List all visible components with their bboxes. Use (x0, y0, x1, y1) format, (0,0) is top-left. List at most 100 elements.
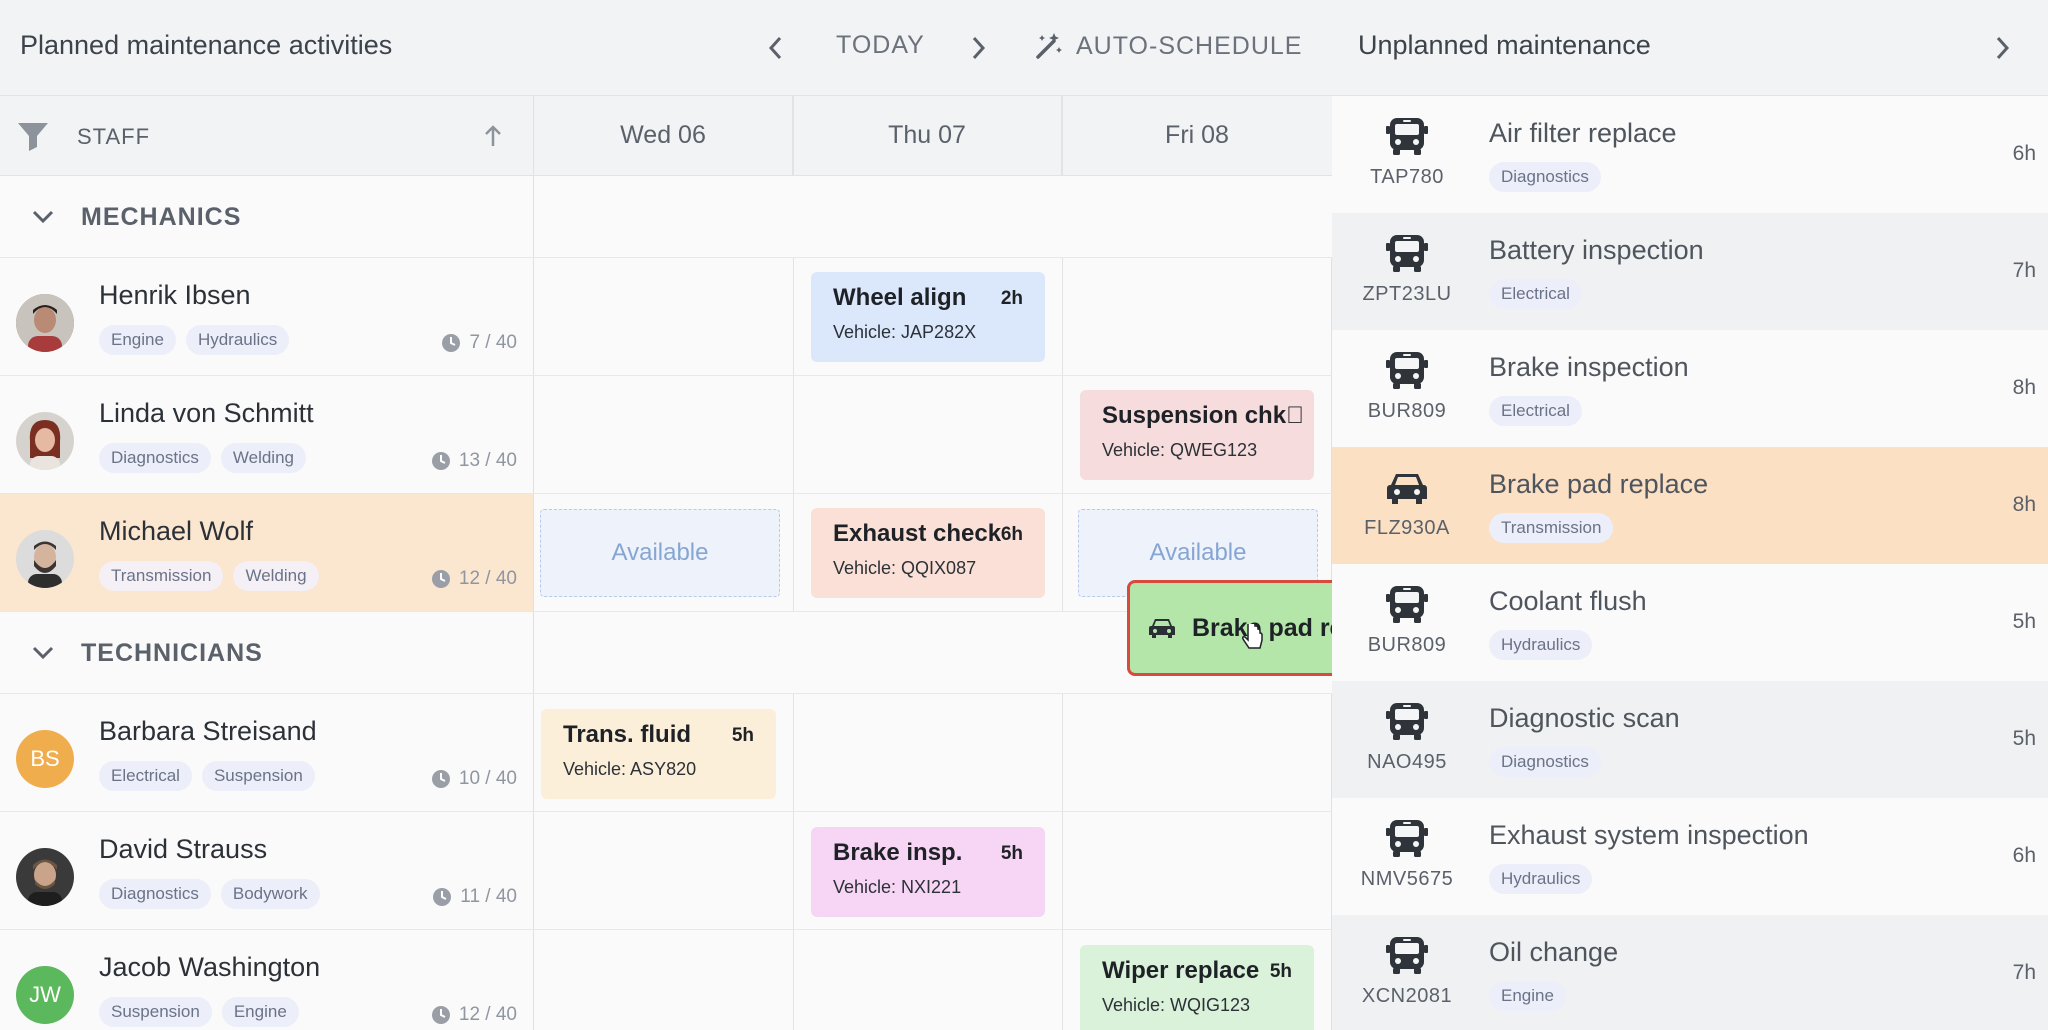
event-vehicle: Vehicle: JAP282X (833, 322, 977, 342)
unplanned-item[interactable]: BUR809 Coolant flush Hydraulics 5h (1332, 564, 2048, 681)
skill-tag: Diagnostics (1489, 162, 1601, 192)
sort-ascending-icon[interactable] (482, 122, 504, 150)
skill-tags: Electrical Suspension (99, 761, 315, 791)
staff-cell[interactable]: Henrik Ibsen Engine Hydraulics 7 / 40 (0, 258, 534, 375)
event-card[interactable]: Brake insp. 5h Vehicle: NXI221 (811, 827, 1045, 917)
skill-tag: Welding (233, 561, 319, 591)
staff-name: Barbara Streisand (99, 716, 317, 746)
skill-tags: Suspension Engine (99, 997, 299, 1027)
chevron-right-icon (972, 36, 986, 60)
grab-cursor-icon (1242, 624, 1263, 649)
staff-cell[interactable]: JW Jacob Washington Suspension Engine 12… (0, 930, 534, 1030)
staff-cell[interactable]: David Strauss Diagnostics Bodywork 11 / … (0, 812, 534, 929)
staff-name: Henrik Ibsen (99, 280, 251, 310)
skill-tag: Engine (99, 325, 176, 355)
event-vehicle: Vehicle: ASY820 (563, 759, 697, 779)
clock-icon (431, 1006, 450, 1024)
unplanned-item[interactable]: NMV5675 Exhaust system inspection Hydrauli… (1332, 798, 2048, 915)
event-vehicle: Vehicle: QQIX087 (833, 558, 977, 578)
hours-indicator: 10 / 40 (431, 768, 517, 790)
event-card[interactable]: Wiper replace 5h Vehicle: WQIG123 (1080, 945, 1314, 1030)
skill-tag: Suspension (99, 997, 212, 1027)
bus-icon (1384, 699, 1430, 745)
unplanned-item-hours: 6h (2012, 844, 2036, 867)
hours-value: 12 / 40 (458, 1004, 517, 1025)
staff-name: David Strauss (99, 834, 268, 864)
unplanned-item[interactable]: BUR809 Brake inspection Electrical 8h (1332, 330, 2048, 447)
unplanned-item-hours: 5h (2012, 727, 2036, 750)
bus-icon (1384, 582, 1430, 628)
event-name: Wiper replace (1102, 957, 1260, 984)
staff-cell[interactable]: Michael Wolf Transmission Welding 12 / 4… (0, 494, 534, 611)
unplanned-item-title: Air filter replace (1489, 118, 1677, 148)
unplanned-item-title: Battery inspection (1489, 235, 1704, 265)
available-slot[interactable]: Available (540, 509, 780, 597)
filter-icon[interactable] (16, 120, 50, 152)
unplanned-item[interactable]: ZPT23LU Battery inspection Electrical 7h (1332, 213, 2048, 330)
chevron-down-icon[interactable] (30, 640, 56, 666)
day-header-thu: Thu 07 (793, 96, 1062, 176)
unplanned-item-hours: 8h (2012, 493, 2036, 516)
today-button[interactable]: TODAY (836, 31, 925, 60)
unplanned-header: Unplanned maintenance (1332, 0, 2048, 96)
day-header-wed: Wed 06 (534, 96, 793, 176)
unplanned-item-title: Coolant flush (1489, 586, 1647, 616)
next-button[interactable] (954, 24, 1002, 72)
unplanned-item-title: Diagnostic scan (1489, 703, 1680, 733)
skill-tag: Electrical (99, 761, 192, 791)
hours-value: 13 / 40 (458, 450, 517, 471)
event-card[interactable]: Wheel align 2h Vehicle: JAP282X (811, 272, 1045, 362)
bus-icon (1384, 231, 1430, 277)
event-card[interactable]: Exhaust check 6h Vehicle: QQIX087 (811, 508, 1045, 598)
hours-indicator: 13 / 40 (431, 450, 517, 472)
event-name: Exhaust check (833, 520, 1002, 547)
unplanned-title: Unplanned maintenance (1358, 30, 1651, 60)
skill-tag: Electrical (1489, 279, 1582, 309)
unplanned-item[interactable]: XCN2081 Oil change Engine 7h (1332, 915, 2048, 1030)
clock-icon (433, 888, 452, 906)
event-duration: 5h (1000, 843, 1023, 864)
bus-icon (1384, 348, 1430, 394)
skill-tag: Transmission (1489, 513, 1614, 543)
page-title: Planned maintenance activities (20, 30, 393, 60)
avatar (16, 530, 74, 588)
skill-tags: Diagnostics Welding (99, 443, 306, 473)
hours-value: 11 / 40 (460, 886, 517, 907)
skill-tag: Engine (1489, 981, 1566, 1011)
staff-cell[interactable]: BS Barbara Streisand Electrical Suspensi… (0, 694, 534, 811)
auto-schedule-button[interactable]: AUTO-SCHEDULE (1034, 24, 1302, 68)
staff-cell[interactable]: Linda von Schmitt Diagnostics Welding 13… (0, 376, 534, 493)
hours-value: 7 / 40 (469, 332, 517, 353)
chevron-down-icon[interactable] (30, 204, 56, 230)
event-card[interactable]: Suspension chk  Vehicle: QWEG123 (1080, 390, 1314, 480)
unplanned-item[interactable]: FLZ930A Brake pad replace Transmission 8h (1332, 447, 2048, 564)
hours-indicator: 7 / 40 (441, 332, 517, 354)
hours-value: 10 / 40 (458, 768, 517, 789)
unplanned-item-title: Exhaust system inspection (1489, 820, 1809, 850)
skill-tag: Diagnostics (1489, 747, 1601, 777)
unplanned-panel: Unplanned maintenance TAP780 Air filter r… (1332, 0, 2048, 1030)
vehicle-plate: FLZ930A (1364, 517, 1450, 539)
unplanned-item-title: Brake pad replace (1489, 469, 1709, 499)
skill-tag: Hydraulics (185, 325, 290, 355)
skill-tag: Hydraulics (1489, 630, 1593, 660)
group-label: MECHANICS (81, 203, 242, 231)
avatar: BS (16, 730, 74, 788)
prev-button[interactable] (752, 24, 800, 72)
bus-icon (1384, 114, 1430, 160)
group-row-mechanics[interactable]: MECHANICS (0, 176, 1332, 258)
vehicle-plate: ZPT23LU (1362, 283, 1452, 305)
hours-indicator: 12 / 40 (431, 568, 517, 590)
unplanned-item[interactable]: TAP780 Air filter replace Diagnostics 6h (1332, 96, 2048, 213)
clock-icon (431, 452, 450, 470)
avatar: JW (16, 966, 74, 1024)
skill-tag: Diagnostics (99, 443, 211, 473)
staff-name: Linda von Schmitt (99, 398, 314, 428)
car-icon (1149, 619, 1175, 638)
car-icon (1384, 465, 1430, 511)
skill-tag: Diagnostics (99, 879, 211, 909)
event-card[interactable]: Trans. fluid 5h Vehicle: ASY820 (541, 709, 776, 799)
collapse-panel-button[interactable] (1978, 24, 2026, 72)
unplanned-item[interactable]: NAO495 Diagnostic scan Diagnostics 5h (1332, 681, 2048, 798)
clock-icon (442, 334, 461, 352)
